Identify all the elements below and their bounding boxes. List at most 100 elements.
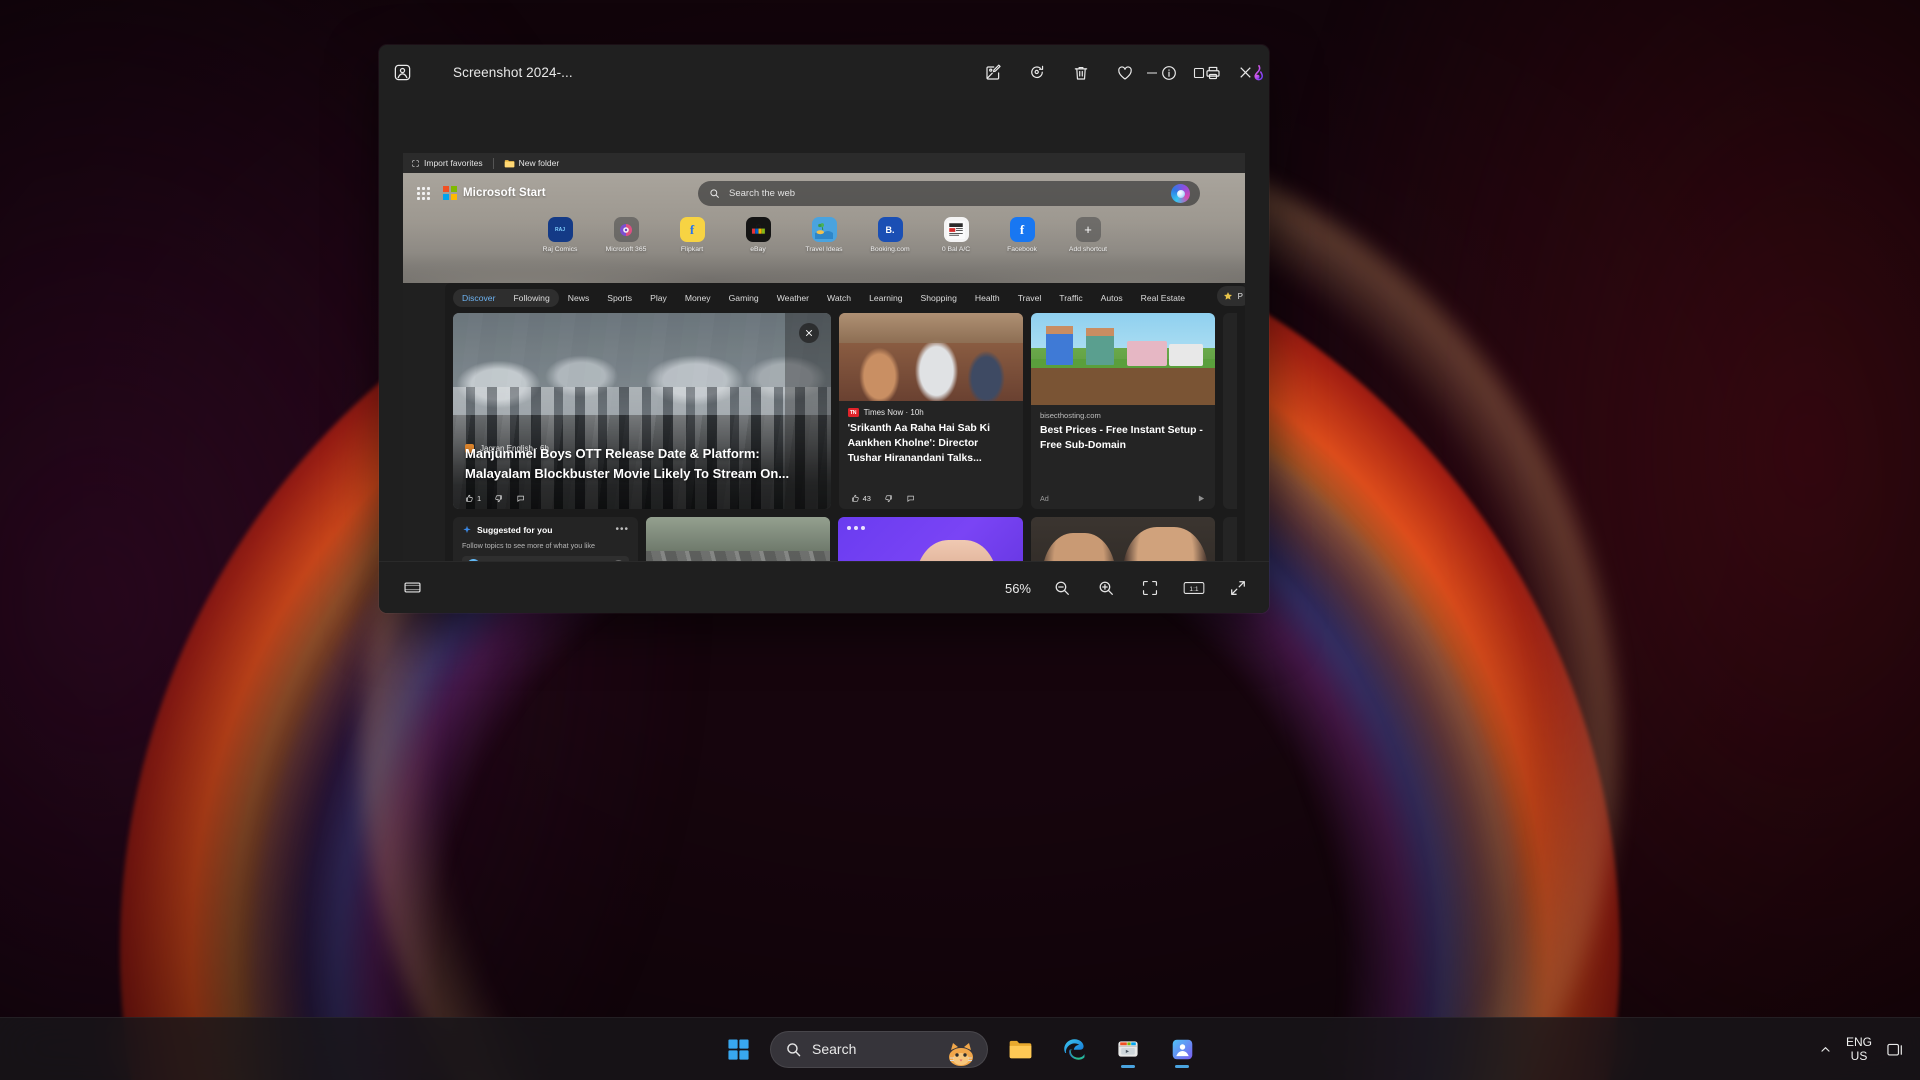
like-button[interactable]: 1 [465, 494, 481, 503]
tab-learning[interactable]: Learning [860, 289, 911, 307]
news-card-jagran-english[interactable]: Jagran English · 12h [1030, 517, 1216, 561]
tab-discover[interactable]: Discover [453, 289, 504, 307]
microsoft-start-page: Microsoft Start Search the web RAJ Raj C… [403, 173, 1245, 561]
shortcut-booking-com[interactable]: B. Booking.com [869, 217, 911, 273]
tab-play[interactable]: Play [641, 289, 676, 307]
filmstrip-toggle-button[interactable] [391, 569, 433, 607]
feed-tab-group-primary: Discover Following [453, 289, 559, 307]
show-hidden-icons-button[interactable] [1819, 1043, 1832, 1056]
microsoft-365-icon [613, 217, 639, 242]
more-options-icon[interactable]: ••• [615, 524, 629, 535]
tab-watch[interactable]: Watch [818, 289, 860, 307]
close-button[interactable] [1222, 45, 1269, 100]
zoom-in-button[interactable] [1085, 569, 1127, 607]
shortcut-raj-comics[interactable]: RAJ Raj Comics [539, 217, 581, 273]
shortcut-label: 0 Bal A/C [941, 246, 971, 253]
tab-weather[interactable]: Weather [768, 289, 818, 307]
tab-money[interactable]: Money [676, 289, 720, 307]
actual-size-button[interactable]: 1:1 [1173, 569, 1215, 607]
start-button[interactable] [716, 1027, 760, 1071]
search-illustration-icon [941, 1033, 981, 1067]
photos-button[interactable] [1160, 1027, 1204, 1071]
shortcut-add-shortcut[interactable]: + Add shortcut [1067, 217, 1109, 273]
tab-following[interactable]: Following [504, 289, 558, 307]
microsoft-edge-button[interactable] [1052, 1027, 1096, 1071]
tab-shopping[interactable]: Shopping [912, 289, 966, 307]
feed-card-peek[interactable] [1223, 313, 1238, 509]
import-favorites-button[interactable]: Import favorites [411, 158, 483, 168]
card-thumbnail [838, 313, 1023, 401]
dislike-button[interactable] [494, 494, 503, 503]
copilot-icon[interactable] [1171, 184, 1190, 203]
feed-row-2: Suggested for you ••• Follow topics to s… [453, 517, 1237, 561]
news-card-times-now[interactable]: TN Times Now · 10h 'Srikanth Aa Raha Hai… [838, 313, 1023, 509]
maximize-button[interactable] [1175, 45, 1222, 100]
full-screen-button[interactable] [1217, 569, 1259, 607]
window-controls [1128, 45, 1269, 100]
tab-sports[interactable]: Sports [598, 289, 641, 307]
tab-traffic[interactable]: Traffic [1050, 289, 1091, 307]
like-button[interactable]: 43 [851, 494, 871, 503]
feed-card-peek[interactable] [1223, 517, 1237, 561]
tab-autos[interactable]: Autos [1092, 289, 1132, 307]
shortcut-label: Travel Ideas [805, 246, 843, 253]
news-feed: Discover Following News Sports Play Mone… [445, 283, 1245, 561]
rotate-icon[interactable] [1015, 53, 1059, 93]
start-top-bar: Microsoft Start Search the web [403, 173, 1245, 213]
tab-health[interactable]: Health [966, 289, 1009, 307]
system-tray: ENG US [1819, 1018, 1920, 1080]
app-launcher-icon[interactable] [417, 186, 432, 201]
tab-gaming[interactable]: Gaming [720, 289, 768, 307]
comment-icon [907, 495, 914, 503]
notifications-button[interactable] [1886, 1041, 1904, 1059]
microsoft-logo-icon [443, 186, 457, 200]
ad-label: Ad [1040, 494, 1049, 503]
close-icon[interactable] [798, 323, 819, 343]
feed-tab-bar: Discover Following News Sports Play Mone… [445, 283, 1245, 313]
personalize-button[interactable]: P [1216, 286, 1245, 306]
search-box[interactable]: Search [770, 1030, 988, 1068]
comment-button[interactable] [516, 494, 525, 503]
suggested-subtitle: Follow topics to see more of what you li… [462, 541, 596, 550]
card-reaction-bar: 43 [851, 494, 915, 503]
shortcut-travel-ideas[interactable]: Travel Ideas [803, 217, 845, 273]
ad-info-icon[interactable] [1197, 494, 1206, 503]
shortcut-flipkart[interactable]: f Flipkart [671, 217, 713, 273]
dislike-button[interactable] [884, 494, 893, 503]
facebook-icon: f [1009, 217, 1035, 242]
like-count: 1 [477, 494, 482, 503]
shortcut-zero-balance-account[interactable]: 0 Bal A/C [935, 217, 977, 273]
ad-card-bisecthosting[interactable]: bisecthosting.com Best Prices - Free Ins… [1031, 313, 1216, 509]
import-favorites-label: Import favorites [424, 158, 483, 168]
screenshot-content: Microsoft Start Search the web RAJ Raj C… [403, 153, 1245, 561]
comment-button[interactable] [906, 494, 915, 503]
tab-travel[interactable]: Travel [1009, 289, 1051, 307]
edit-image-icon[interactable] [971, 53, 1015, 93]
fit-to-window-button[interactable] [1129, 569, 1171, 607]
search-label: Search [812, 1041, 857, 1057]
tab-real-estate[interactable]: Real Estate [1132, 289, 1194, 307]
shortcut-microsoft-365[interactable]: Microsoft 365 [605, 217, 647, 273]
minimize-button[interactable] [1128, 45, 1175, 100]
web-search-input[interactable]: Search the web [698, 181, 1200, 206]
new-folder-button[interactable]: New folder [504, 158, 559, 168]
hero-reaction-bar: 1 [465, 494, 525, 503]
image-viewer[interactable]: Microsoft Start Search the web RAJ Raj C… [379, 100, 1269, 561]
delete-icon[interactable] [1059, 53, 1103, 93]
chevron-up-icon [1821, 1047, 1830, 1052]
shortcut-ebay[interactable]: eBay [737, 217, 779, 273]
language-indicator[interactable]: ENG US [1846, 1035, 1872, 1064]
news-card-moneycontrol[interactable]: M Moneycontrol · 2h [646, 517, 831, 561]
file-explorer-button[interactable] [998, 1027, 1042, 1071]
hero-article-card[interactable]: Jagran English · 6h Manjummel Boys OTT R… [453, 313, 831, 509]
zoom-out-button[interactable] [1041, 569, 1083, 607]
search-icon [710, 189, 719, 198]
hero-article-title: Manjummel Boys OTT Release Date & Platfo… [465, 446, 790, 481]
thumbs-down-icon [495, 495, 502, 503]
ad-card-hostinger[interactable]: hostinger.in [838, 517, 1023, 561]
shortcut-label: Booking.com [870, 246, 910, 253]
shortcut-tiles: RAJ Raj Comics Microsoft 365 f Flipkart … [403, 217, 1245, 273]
shortcut-facebook[interactable]: f Facebook [1001, 217, 1043, 273]
microsoft-store-button[interactable] [1106, 1027, 1150, 1071]
tab-news[interactable]: News [559, 289, 599, 307]
